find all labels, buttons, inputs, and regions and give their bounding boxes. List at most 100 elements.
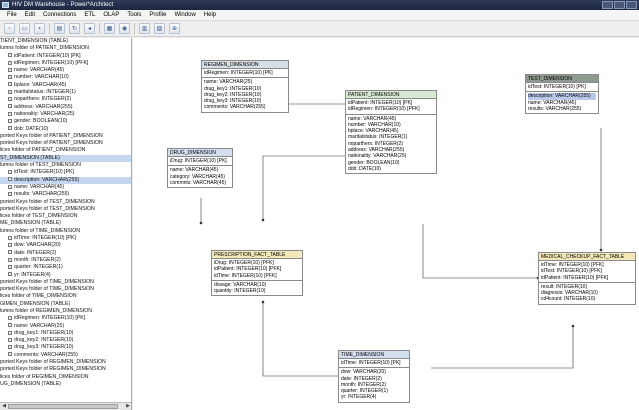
table-icon[interactable]: ▥ xyxy=(139,23,150,34)
table-patient-dimension[interactable]: PATIENT_DIMENSION idPatient: INTEGER(10)… xyxy=(345,90,437,175)
zoom-out-icon[interactable]: ◂ xyxy=(84,23,95,34)
menu-file[interactable]: File xyxy=(3,12,21,18)
diagram-canvas[interactable]: REGIMEN_DIMENSION idRegimen: INTEGER(10)… xyxy=(133,38,639,410)
tree-folder-item[interactable]: lices folder of TEST_DIMENSION xyxy=(0,213,131,220)
menu-edit[interactable]: Edit xyxy=(21,12,39,18)
table-time-dimension[interactable]: TIME_DIMENSION idTime: INTEGER(10) [PK] … xyxy=(338,350,410,403)
compare-icon[interactable]: ▦ xyxy=(104,23,115,34)
database-tree-panel[interactable]: TIENT_DIMENSION (TABLE) lumns folder of P… xyxy=(0,38,132,410)
close-button[interactable] xyxy=(626,1,637,9)
table-regimen-dimension[interactable]: REGIMEN_DIMENSION idRegimen: INTEGER(10)… xyxy=(201,60,289,113)
scroll-left-arrow-icon[interactable]: ◀ xyxy=(0,403,8,410)
grid-icon[interactable]: ▧ xyxy=(154,23,165,34)
maximize-button[interactable] xyxy=(614,1,625,9)
table-column[interactable]: idTime: INTEGER(10) [PFK] xyxy=(214,273,300,279)
menu-etl[interactable]: ETL xyxy=(80,12,99,18)
table-column[interactable]: idRegimen: INTEGER(10) [PK] xyxy=(204,70,286,76)
tree-folder-item[interactable]: lices folder of PATIENT_DIMENSION xyxy=(0,147,131,154)
print-icon[interactable]: ▤ xyxy=(54,23,65,34)
save-icon[interactable]: ▪ xyxy=(34,23,45,34)
tree-column-item[interactable]: quarter: INTEGER(1) xyxy=(0,264,131,271)
table-column[interactable]: iDrug: INTEGER(10) [PK] xyxy=(170,158,230,164)
tree-column-item[interactable]: name: VARCHAR(25) xyxy=(0,323,131,330)
table-column[interactable]: results: VARCHAR(255) xyxy=(528,106,596,112)
tree-column-item[interactable]: yr: INTEGER(4) xyxy=(0,272,131,279)
tree-column-item[interactable]: drug_key2: INTEGER(10) xyxy=(0,337,131,344)
tree-folder-item[interactable]: ported Keys folder of TIME_DIMENSION xyxy=(0,286,131,293)
tree-column-item[interactable]: month: INTEGER(2) xyxy=(0,257,131,264)
scrollbar-thumb[interactable] xyxy=(8,404,118,409)
scroll-right-arrow-icon[interactable]: ▶ xyxy=(124,403,131,410)
tree-folder-item[interactable]: ported Keys folder of REGIMEN_DIMENSION xyxy=(0,366,131,373)
table-column[interactable]: cd4count: INTEGER(10) xyxy=(541,296,633,302)
tree-folder-item[interactable]: ported Keys folder of REGIMEN_DIMENSION xyxy=(0,359,131,366)
tree-folder-item[interactable]: ported Keys folder of TIME_DIMENSION xyxy=(0,279,131,286)
tree-column-item[interactable]: idTime: INTEGER(10) [PK] xyxy=(0,235,131,242)
tree-column-item[interactable]: dob: DATE(10) xyxy=(0,126,131,133)
new-project-icon[interactable]: ▫ xyxy=(4,23,15,34)
tree-folder-item[interactable]: lumns folder of PATIENT_DIMENSION xyxy=(0,45,131,52)
tree-folder-item[interactable]: lumns folder of REGIMEN_DIMENSION xyxy=(0,308,131,315)
tree-folder-item[interactable]: lices folder of REGIMEN_DIMENSION xyxy=(0,374,131,381)
tree-folder-item[interactable]: GIMEN_DIMENSION (TABLE) xyxy=(0,301,131,308)
relationship-icon[interactable]: ⊕ xyxy=(169,23,180,34)
table-column[interactable]: idTest: INTEGER(10) [PK] xyxy=(528,84,596,90)
menu-tools[interactable]: Tools xyxy=(123,12,145,18)
tree-column-item[interactable]: noparthers: INTEGER(2) xyxy=(0,96,131,103)
tree-folder-item[interactable]: UG_DIMENSION (TABLE) xyxy=(0,381,131,388)
tree-folder-item[interactable]: lumns folder of TIME_DIMENSION xyxy=(0,228,131,235)
tree-column-item[interactable]: name: VARCHAR(45) xyxy=(0,184,131,191)
menu-connections[interactable]: Connections xyxy=(39,12,80,18)
tree-column-item[interactable]: drug_key3: INTEGER(10) xyxy=(0,344,131,351)
table-prescription-fact[interactable]: PRESCRIPTION_FACT_TABLE iDrug: INTEGER(1… xyxy=(211,250,303,297)
tree-column-item[interactable]: address: VARCHAR(255) xyxy=(0,104,131,111)
tree-column-item[interactable]: comments: VARCHAR(255) xyxy=(0,352,131,359)
table-column[interactable]: idPatient: INTEGER(10) [PFK] xyxy=(541,275,633,281)
tree-column-item[interactable]: description: VARCHAR(255) xyxy=(0,176,131,184)
tree-folder-item[interactable]: ME_DIMENSION (TABLE) xyxy=(0,220,131,227)
table-drug-dimension[interactable]: DRUG_DIMENSION iDrug: INTEGER(10) [PK] n… xyxy=(167,148,233,189)
refresh-icon[interactable]: ↻ xyxy=(69,23,80,34)
tree-column-item[interactable]: bplace: VARCHAR(45) xyxy=(0,82,131,89)
open-icon[interactable]: ▭ xyxy=(19,23,30,34)
tree-folder-item[interactable]: lices folder of TIME_DIMENSION xyxy=(0,293,131,300)
table-column[interactable]: dob: DATE(10) xyxy=(348,166,434,172)
tree-column-item[interactable]: gender: BOOLEAN(10) xyxy=(0,118,131,125)
tree-column-item[interactable]: results: VARCHAR(255) xyxy=(0,191,131,198)
tree-column-item[interactable]: idTest: INTEGER(10) [PK] xyxy=(0,169,131,176)
tree-column-item[interactable]: date: INTEGER(2) xyxy=(0,250,131,257)
tree-folder-item[interactable]: ported Keys folder of TEST_DIMENSION xyxy=(0,206,131,213)
table-column[interactable]: category: VARCHAR(45) xyxy=(170,174,230,180)
table-column[interactable]: yr: INTEGER(4) xyxy=(341,394,407,400)
tree-column-item[interactable]: number: VARCHAR(10) xyxy=(0,74,131,81)
tree-column-item[interactable]: idPatient: INTEGER(10) [PK] xyxy=(0,53,131,60)
table-test-dimension[interactable]: TEST_DIMENSION idTest: INTEGER(10) [PK] … xyxy=(525,74,599,115)
tree-folder-item[interactable]: ST_DIMENSION (TABLE) xyxy=(0,154,131,163)
menu-window[interactable]: Window xyxy=(170,12,199,18)
tree-folder-item[interactable]: ported Keys folder of PATIENT_DIMENSION xyxy=(0,133,131,140)
tree-folder-item[interactable]: TIENT_DIMENSION (TABLE) xyxy=(0,38,131,45)
menu-profile[interactable]: Profile xyxy=(145,12,170,18)
tree-column-item[interactable]: maritalstatus: INTEGER(1) xyxy=(0,89,131,96)
tree-folder-item[interactable]: lumns folder of TEST_DIMENSION xyxy=(0,162,131,169)
menu-help[interactable]: Help xyxy=(200,12,220,18)
table-column[interactable]: quantity: INTEGER(10) xyxy=(214,288,300,294)
table-column[interactable]: commnts: VARCHAR(45) xyxy=(170,180,230,186)
table-medical-checkup-fact[interactable]: MEDICAL_CHECKUP_FACT_TABLE idTime: INTEG… xyxy=(538,252,636,305)
tree-column-item[interactable]: drug_key1: INTEGER(10) xyxy=(0,330,131,337)
table-column[interactable]: comments: VARCHAR(255) xyxy=(204,104,286,110)
tree-column-item[interactable]: dow: VARCHAR(20) xyxy=(0,242,131,249)
menu-olap[interactable]: OLAP xyxy=(99,12,123,18)
tree-column-item[interactable]: name: VARCHAR(45) xyxy=(0,67,131,74)
table-column-selected[interactable]: description: VARCHAR(255) xyxy=(528,93,596,100)
tree-column-item[interactable]: idRegimen: INTEGER(10) [PFK] xyxy=(0,60,131,67)
copy-icon[interactable]: ◉ xyxy=(119,23,130,34)
table-column[interactable]: idTime: INTEGER(10) [PK] xyxy=(341,360,407,366)
minimize-button[interactable] xyxy=(602,1,613,9)
tree-column-item[interactable]: nationality: VARCHAR(25) xyxy=(0,111,131,118)
tree-folder-item[interactable]: ported Keys folder of PATIENT_DIMENSION xyxy=(0,140,131,147)
table-column[interactable]: idRegimen: INTEGER(10) [PFK] xyxy=(348,106,434,112)
horizontal-scrollbar[interactable]: ◀ ▶ xyxy=(0,402,131,410)
tree-column-item[interactable]: idRegimen: INTEGER(10) [PK] xyxy=(0,315,131,322)
tree-folder-item[interactable]: ported Keys folder of TEST_DIMENSION xyxy=(0,199,131,206)
